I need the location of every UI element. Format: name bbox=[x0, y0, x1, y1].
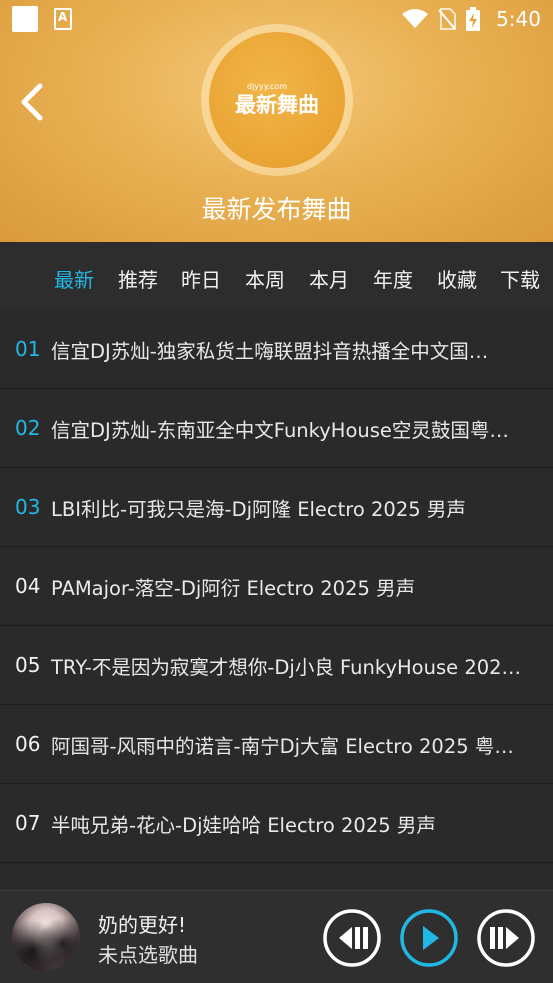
song-row[interactable]: 07 半吨兄弟-花心-Dj娃哈哈 Electro 2025 男声 bbox=[0, 784, 553, 863]
status-time: 5:40 bbox=[496, 7, 541, 31]
tab-recommended[interactable]: 推荐 bbox=[118, 264, 158, 293]
tab-favorites[interactable]: 收藏 bbox=[437, 264, 477, 293]
tab-this-month[interactable]: 本月 bbox=[309, 264, 349, 293]
song-row[interactable]: 02 信宜DJ苏灿-东南亚全中文FunkyHouse空灵鼓国粤… bbox=[0, 389, 553, 468]
header-banner: 5:40 djyyy.com 最新舞曲 最新发布舞曲 bbox=[0, 0, 553, 242]
avatar-shading bbox=[12, 903, 80, 971]
song-title: PAMajor-落空-Dj阿衍 Electro 2025 男声 bbox=[51, 576, 416, 600]
notification-square-icon bbox=[12, 6, 38, 32]
now-playing-subtitle: 未点选歌曲 bbox=[98, 943, 198, 967]
battery-charging-icon bbox=[466, 7, 481, 31]
avatar[interactable] bbox=[12, 903, 80, 971]
song-title: LBI利比-可我只是海-Dj阿隆 Electro 2025 男声 bbox=[51, 497, 466, 521]
category-disc: djyyy.com 最新舞曲 bbox=[201, 24, 353, 176]
category-tabs: 最新 推荐 昨日 本周 本月 年度 收藏 下载 bbox=[0, 242, 553, 310]
page-title: 最新发布舞曲 bbox=[201, 195, 352, 224]
song-row[interactable]: 06 阿国哥-风雨中的诺言-南宁Dj大富 Electro 2025 粤… bbox=[0, 705, 553, 784]
previous-track-icon[interactable] bbox=[322, 908, 382, 968]
song-list: 01 信宜DJ苏灿-独家私货土嗨联盟抖音热播全中文国… 02 信宜DJ苏灿-东南… bbox=[0, 310, 553, 863]
tab-this-week[interactable]: 本周 bbox=[245, 264, 285, 293]
song-number: 03 bbox=[15, 495, 41, 519]
tab-downloads[interactable]: 下载 bbox=[500, 264, 540, 293]
tab-latest[interactable]: 最新 bbox=[54, 264, 94, 293]
song-row[interactable]: 03 LBI利比-可我只是海-Dj阿隆 Electro 2025 男声 bbox=[0, 468, 553, 547]
song-number: 02 bbox=[15, 416, 41, 440]
song-row[interactable]: 01 信宜DJ苏灿-独家私货土嗨联盟抖音热播全中文国… bbox=[0, 310, 553, 389]
back-arrow-icon[interactable] bbox=[16, 82, 50, 122]
tab-year[interactable]: 年度 bbox=[373, 264, 413, 293]
song-title: 阿国哥-风雨中的诺言-南宁Dj大富 Electro 2025 粤… bbox=[51, 734, 514, 758]
wifi-icon bbox=[402, 9, 429, 28]
song-row[interactable]: 05 TRY-不是因为寂寞才想你-Dj小良 FunkyHouse 202… bbox=[0, 626, 553, 705]
next-track-icon[interactable] bbox=[476, 908, 536, 968]
mini-player: 奶的更好! 未点选歌曲 bbox=[0, 890, 553, 983]
song-title: TRY-不是因为寂寞才想你-Dj小良 FunkyHouse 202… bbox=[51, 655, 522, 679]
song-title: 信宜DJ苏灿-东南亚全中文FunkyHouse空灵鼓国粤… bbox=[51, 418, 509, 442]
song-title: 信宜DJ苏灿-独家私货土嗨联盟抖音热播全中文国… bbox=[51, 339, 489, 363]
song-title: 半吨兄弟-花心-Dj娃哈哈 Electro 2025 男声 bbox=[51, 813, 436, 837]
now-playing-title: 奶的更好! bbox=[98, 913, 187, 937]
no-sim-icon bbox=[438, 8, 457, 30]
song-number: 01 bbox=[15, 337, 41, 361]
song-number: 04 bbox=[15, 574, 41, 598]
song-number: 06 bbox=[15, 732, 41, 756]
play-icon[interactable] bbox=[399, 908, 459, 968]
song-row[interactable]: 04 PAMajor-落空-Dj阿衍 Electro 2025 男声 bbox=[0, 547, 553, 626]
app-notification-icon bbox=[54, 8, 72, 30]
category-disc-inner: djyyy.com 最新舞曲 bbox=[209, 32, 345, 168]
disc-title: 最新舞曲 bbox=[235, 92, 319, 117]
song-number: 05 bbox=[15, 653, 41, 677]
song-number: 07 bbox=[15, 811, 41, 835]
tab-yesterday[interactable]: 昨日 bbox=[181, 264, 221, 293]
